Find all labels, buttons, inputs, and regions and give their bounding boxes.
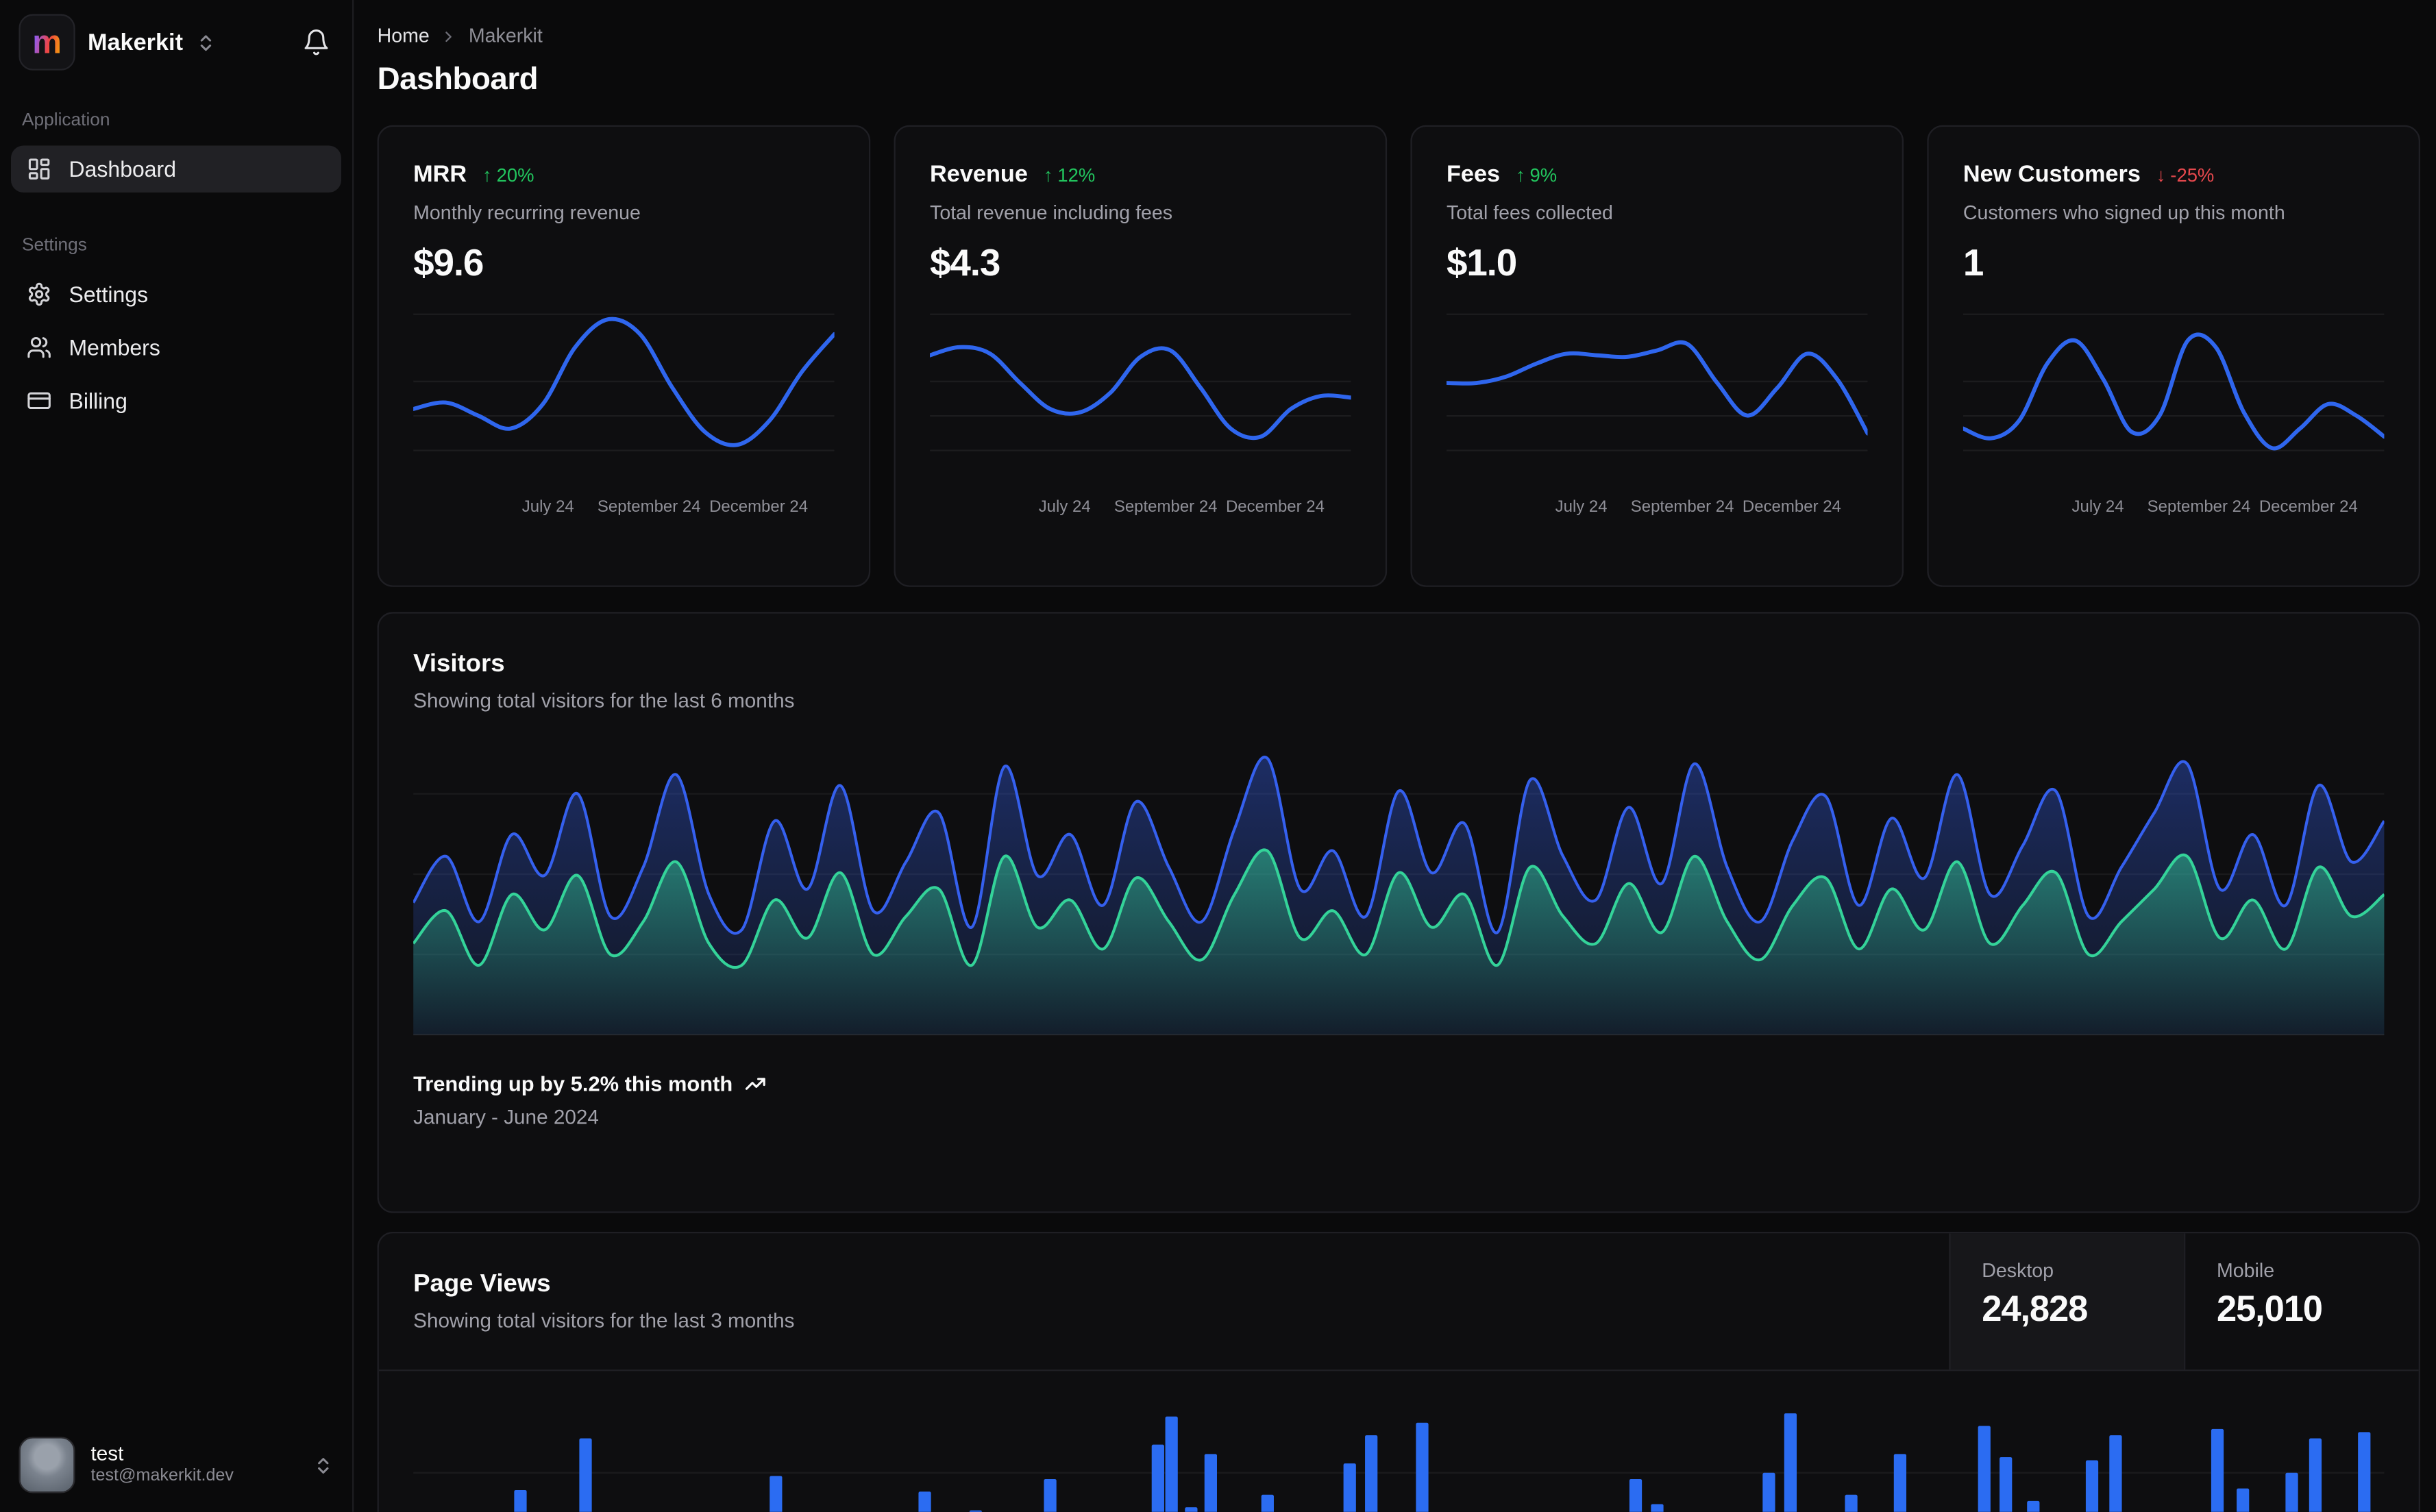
page-views-bar-chart: [413, 1371, 2385, 1512]
trend-badge: ↑ 12%: [1043, 163, 1096, 186]
credit-card-icon: [27, 388, 52, 414]
arrow-down-icon: ↓: [2156, 163, 2166, 186]
sidebar: m Makerkit Application Dashboard Setting…: [0, 0, 354, 1512]
stat-title: Fees: [1446, 161, 1501, 188]
stat-card-revenue: Revenue ↑ 12% Total revenue including fee…: [894, 125, 1388, 587]
stat-title: Revenue: [930, 161, 1028, 188]
arrow-up-icon: ↑: [1043, 163, 1053, 186]
stat-subtitle: Monthly recurring revenue: [413, 201, 641, 224]
nav-section-application: Application: [21, 111, 110, 130]
breadcrumb-current: Makerkit: [468, 25, 543, 47]
toggle-desktop[interactable]: Desktop 24,828: [1949, 1233, 2185, 1370]
sidebar-item-settings[interactable]: Settings: [11, 271, 341, 318]
page-views-card: Page Views Showing total visitors for th…: [377, 1231, 2420, 1512]
visitors-footer-secondary: January - June 2024: [413, 1104, 599, 1129]
x-axis-labels: July 24 September 24 December 24: [1555, 497, 1841, 517]
stat-subtitle: Total fees collected: [1446, 201, 1613, 224]
bell-icon: [302, 28, 330, 56]
stat-title: MRR: [413, 161, 467, 188]
sparkline-chart: [1963, 305, 2385, 486]
page-views-subtitle: Showing total visitors for the last 3 mo…: [413, 1308, 795, 1333]
workspace-switcher[interactable]: m Makerkit: [19, 14, 216, 71]
avatar: [19, 1437, 75, 1494]
trend-badge: ↑ 20%: [482, 163, 534, 186]
stat-value: 1: [1963, 243, 1984, 285]
arrow-up-icon: ↑: [1515, 163, 1525, 186]
sidebar-item-label: Dashboard: [69, 156, 177, 182]
chevron-right-icon: [441, 27, 458, 45]
sidebar-item-dashboard[interactable]: Dashboard: [10, 145, 342, 193]
logo-letter: m: [32, 24, 62, 60]
breadcrumb: Home Makerkit: [378, 25, 2420, 47]
user-name: test: [90, 1441, 124, 1465]
page-views-title: Page Views: [413, 1271, 551, 1298]
stat-value: $4.3: [930, 243, 1000, 285]
sidebar-item-label: Settings: [69, 282, 149, 307]
makerkit-logo: m: [19, 14, 75, 71]
trend-badge: ↑ 9%: [1515, 163, 1558, 186]
sidebar-header: m Makerkit: [0, 0, 352, 71]
sidebar-item-label: Billing: [69, 388, 127, 414]
arrow-up-icon: ↑: [482, 163, 492, 186]
gear-icon: [27, 282, 52, 307]
stat-card-mrr: MRR ↑ 20% Monthly recurring revenue $9.6 …: [377, 125, 871, 587]
sparkline-chart: [413, 305, 835, 486]
stat-value: $9.6: [413, 243, 484, 285]
stat-subtitle: Customers who signed up this month: [1963, 201, 2285, 224]
toggle-label: Mobile: [2216, 1260, 2275, 1282]
nav-section-settings: Settings: [21, 236, 87, 256]
visitors-title: Visitors: [413, 651, 505, 678]
visitors-area-chart: [413, 741, 2385, 1038]
notifications-button[interactable]: [299, 25, 333, 60]
chevrons-up-down-icon: [195, 32, 216, 53]
visitors-subtitle: Showing total visitors for the last 6 mo…: [413, 689, 795, 712]
sparkline-chart: [930, 305, 1351, 486]
stat-card-new-customers: New Customers ↓ -25% Customers who signed…: [1927, 125, 2420, 587]
stat-value: $1.0: [1446, 243, 1517, 285]
dashboard-icon: [27, 156, 52, 182]
sidebar-item-members[interactable]: Members: [11, 324, 341, 371]
app-root: m Makerkit Application Dashboard Setting…: [0, 0, 2436, 1512]
trending-up-icon: [743, 1072, 767, 1095]
toggle-mobile[interactable]: Mobile 25,010: [2184, 1233, 2419, 1370]
user-email: test@makerkit.dev: [90, 1467, 234, 1486]
toggle-value: 25,010: [2216, 1288, 2323, 1329]
visitors-card: Visitors Showing total visitors for the …: [377, 612, 2420, 1213]
sparkline-chart: [1446, 305, 1868, 486]
stat-subtitle: Total revenue including fees: [930, 201, 1173, 224]
page-title: Dashboard: [377, 62, 539, 97]
users-icon: [27, 335, 52, 360]
trend-badge: ↓ -25%: [2156, 163, 2215, 186]
toggle-label: Desktop: [1982, 1260, 2054, 1282]
toggle-value: 24,828: [1982, 1288, 2088, 1329]
main-content: Home Makerkit Dashboard MRR ↑ 20% Monthly…: [354, 0, 2436, 1512]
user-menu[interactable]: test test@makerkit.dev: [0, 1421, 352, 1512]
x-axis-labels: July 24 September 24 December 24: [1038, 497, 1325, 517]
stat-cards-row: MRR ↑ 20% Monthly recurring revenue $9.6 …: [377, 125, 2420, 587]
stat-card-fees: Fees ↑ 9% Total fees collected $1.0 July …: [1410, 125, 1904, 587]
stat-title: New Customers: [1963, 161, 2141, 188]
visitors-footer-primary: Trending up by 5.2% this month: [413, 1072, 2384, 1095]
sidebar-item-label: Members: [69, 334, 160, 360]
x-axis-labels: July 24 September 24 December 24: [2071, 497, 2358, 517]
x-axis-labels: July 24 September 24 December 24: [521, 497, 809, 517]
breadcrumb-home-link[interactable]: Home: [378, 25, 430, 47]
workspace-name: Makerkit: [87, 29, 184, 56]
chevrons-up-down-icon: [313, 1455, 334, 1476]
sidebar-item-billing[interactable]: Billing: [11, 377, 341, 425]
